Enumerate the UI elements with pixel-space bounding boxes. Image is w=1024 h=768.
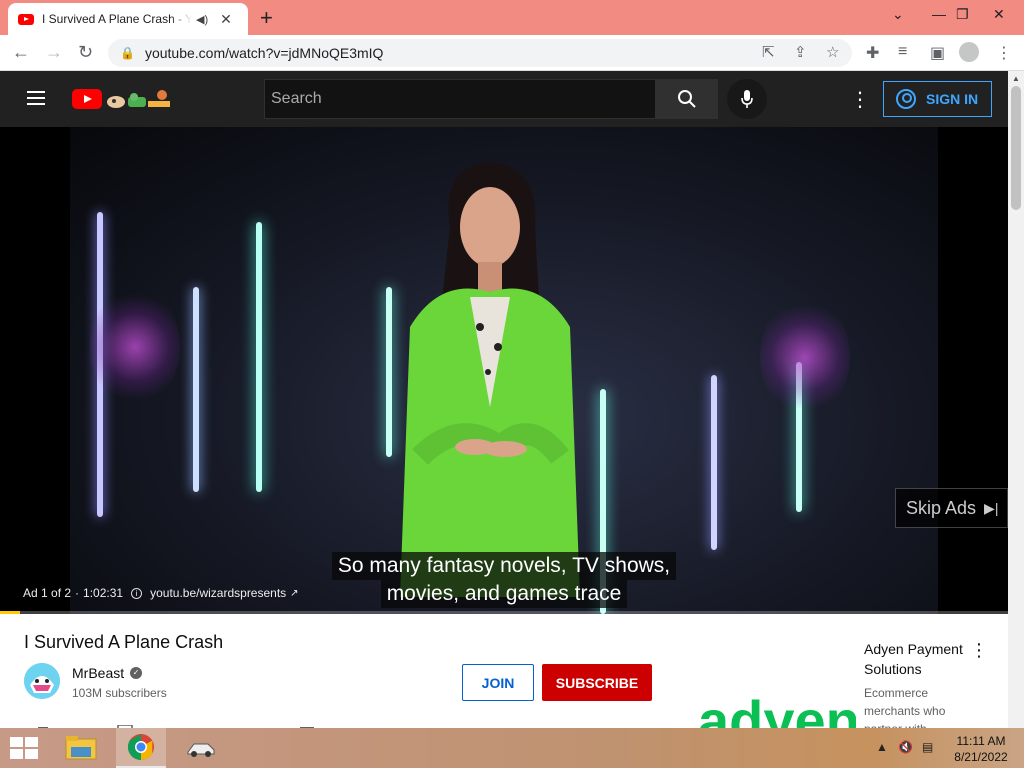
ad-progress-fill [0, 611, 21, 614]
video-player[interactable]: So many fantasy novels, TV shows, movies… [0, 127, 1008, 614]
show-hidden-icons-icon[interactable]: ▲ [876, 740, 888, 754]
skip-ads-button[interactable]: Skip Ads ▶| [895, 488, 1008, 528]
sidebar-ad-title[interactable]: Adyen Payment Solutions [864, 639, 974, 679]
race-car-icon [187, 743, 215, 757]
sign-in-button[interactable]: SIGN IN [883, 81, 992, 117]
restore-button[interactable]: ❐ [956, 6, 969, 23]
open-in-app-icon[interactable]: ⇱ [762, 43, 775, 61]
neon-light-bar [711, 375, 717, 550]
account-circle-icon [896, 89, 916, 109]
share-icon[interactable]: ⇪ [794, 43, 807, 61]
voice-search-button[interactable] [727, 79, 767, 119]
video-actions-row [24, 720, 344, 728]
settings-more-icon[interactable]: ⋮ [850, 87, 870, 112]
close-window-button[interactable]: ✕ [993, 6, 1005, 23]
profile-avatar-icon[interactable] [959, 42, 979, 62]
tab-title: I Survived A Plane Crash - YouTube [42, 12, 192, 26]
file-explorer-button[interactable] [56, 728, 106, 768]
mrbeast-logo-icon [24, 663, 60, 699]
adyen-logo-icon: adyen [688, 640, 856, 728]
ad-time: 1:02:31 [83, 586, 124, 600]
lock-icon[interactable]: 🔒 [120, 46, 135, 60]
subscriber-count: 103M subscribers [72, 686, 167, 700]
ad-info-icon[interactable]: i [131, 587, 143, 599]
address-bar[interactable]: 🔒 youtube.com/watch?v=jdMNoQE3mIQ [108, 39, 852, 67]
ad-counter: Ad 1 of 2 [23, 586, 72, 600]
youtube-masthead: ⋮ SIGN IN [0, 71, 1008, 127]
game-taskbar-button[interactable] [176, 728, 226, 768]
forward-button[interactable]: → [45, 42, 63, 63]
external-link-icon[interactable]: ↗ [290, 588, 298, 599]
search-icon [678, 90, 696, 108]
adyen-logo-text: adyen [698, 689, 856, 728]
presenter-figure [400, 162, 580, 597]
browser-toolbar: ← → ↻ 🔒 youtube.com/watch?v=jdMNoQE3mIQ … [0, 35, 1024, 71]
ad-separator: · [75, 586, 80, 600]
network-icon[interactable]: ▤ [922, 740, 933, 754]
extensions-puzzle-icon[interactable]: ✚ [866, 43, 879, 63]
purple-glow [760, 297, 850, 417]
microphone-icon [741, 90, 753, 108]
neon-light-bar [193, 287, 199, 492]
channel-avatar[interactable] [24, 663, 60, 699]
minimize-button[interactable]: — [932, 6, 946, 22]
video-title: I Survived A Plane Crash [24, 632, 224, 652]
browser-tab-strip: I Survived A Plane Crash - YouTube ◀) ✕ … [0, 0, 1024, 35]
neon-light-bar [256, 222, 262, 492]
sidebar-ad-description: Ecommerce merchants who partner with [864, 686, 946, 728]
join-button[interactable]: JOIN [462, 664, 534, 701]
logo-doodle-icon[interactable] [106, 89, 172, 109]
youtube-favicon-icon [18, 13, 34, 25]
tab-close-icon[interactable]: ✕ [220, 11, 232, 28]
search-button[interactable] [656, 79, 718, 119]
clock-time: 11:11 AM [956, 734, 1006, 748]
channel-name[interactable]: MrBeast [72, 665, 124, 681]
channel-name-row[interactable]: MrBeast ✓ [72, 665, 143, 681]
media-controls-icon[interactable]: ≡ [898, 43, 907, 61]
sign-in-label: SIGN IN [926, 91, 979, 107]
chrome-taskbar-button[interactable] [116, 728, 166, 768]
ad-more-icon[interactable]: ⋮ [970, 640, 988, 661]
browser-tab-active[interactable]: I Survived A Plane Crash - YouTube ◀) ✕ [8, 3, 248, 35]
ad-progress-bar[interactable] [0, 611, 1008, 614]
skip-next-icon: ▶| [984, 499, 999, 516]
system-clock[interactable]: 11:11 AM 8/21/2022 [948, 733, 1014, 765]
caption-line: movies, and games trace [380, 580, 628, 608]
scroll-up-arrow-icon[interactable]: ▲ [1012, 74, 1020, 83]
audio-playing-icon[interactable]: ◀) [196, 13, 208, 26]
bookmark-star-icon[interactable]: ☆ [826, 43, 839, 61]
browser-menu-icon[interactable]: ⋮ [996, 43, 1012, 63]
windows-start-icon[interactable] [10, 737, 38, 759]
tab-search-chevron-icon[interactable]: ⌄ [892, 6, 904, 23]
folder-icon [65, 736, 97, 760]
chrome-icon [127, 734, 154, 761]
search-input[interactable] [271, 90, 649, 108]
scrollbar-thumb[interactable] [1011, 86, 1021, 210]
guide-menu-icon[interactable] [27, 91, 45, 105]
purple-glow [90, 287, 180, 407]
side-panel-icon[interactable]: ▣ [930, 43, 945, 63]
ad-link[interactable]: youtu.be/wizardspresents [150, 586, 286, 600]
ad-info-bar: Ad 1 of 2 · 1:02:31 i youtu.be/wizardspr… [23, 586, 299, 600]
windows-taskbar: ▲ 🔇 ▤ 11:11 AM 8/21/2022 [0, 728, 1024, 768]
sidebar-ad-thumbnail[interactable]: adyen [688, 640, 856, 728]
caption-line: So many fantasy novels, TV shows, [331, 552, 677, 580]
url-text[interactable]: youtube.com/watch?v=jdMNoQE3mIQ [145, 45, 384, 61]
new-tab-button[interactable]: + [260, 5, 273, 31]
search-field[interactable] [264, 79, 656, 119]
reload-button[interactable]: ↻ [78, 42, 93, 63]
skip-ads-label: Skip Ads [906, 497, 977, 518]
youtube-logo[interactable] [72, 89, 102, 109]
verified-check-icon: ✓ [130, 667, 143, 679]
volume-muted-icon[interactable]: 🔇 [898, 740, 913, 754]
back-button[interactable]: ← [12, 42, 30, 63]
clock-date: 8/21/2022 [954, 750, 1008, 764]
subscribe-button[interactable]: SUBSCRIBE [542, 664, 652, 701]
video-frame [70, 127, 938, 614]
